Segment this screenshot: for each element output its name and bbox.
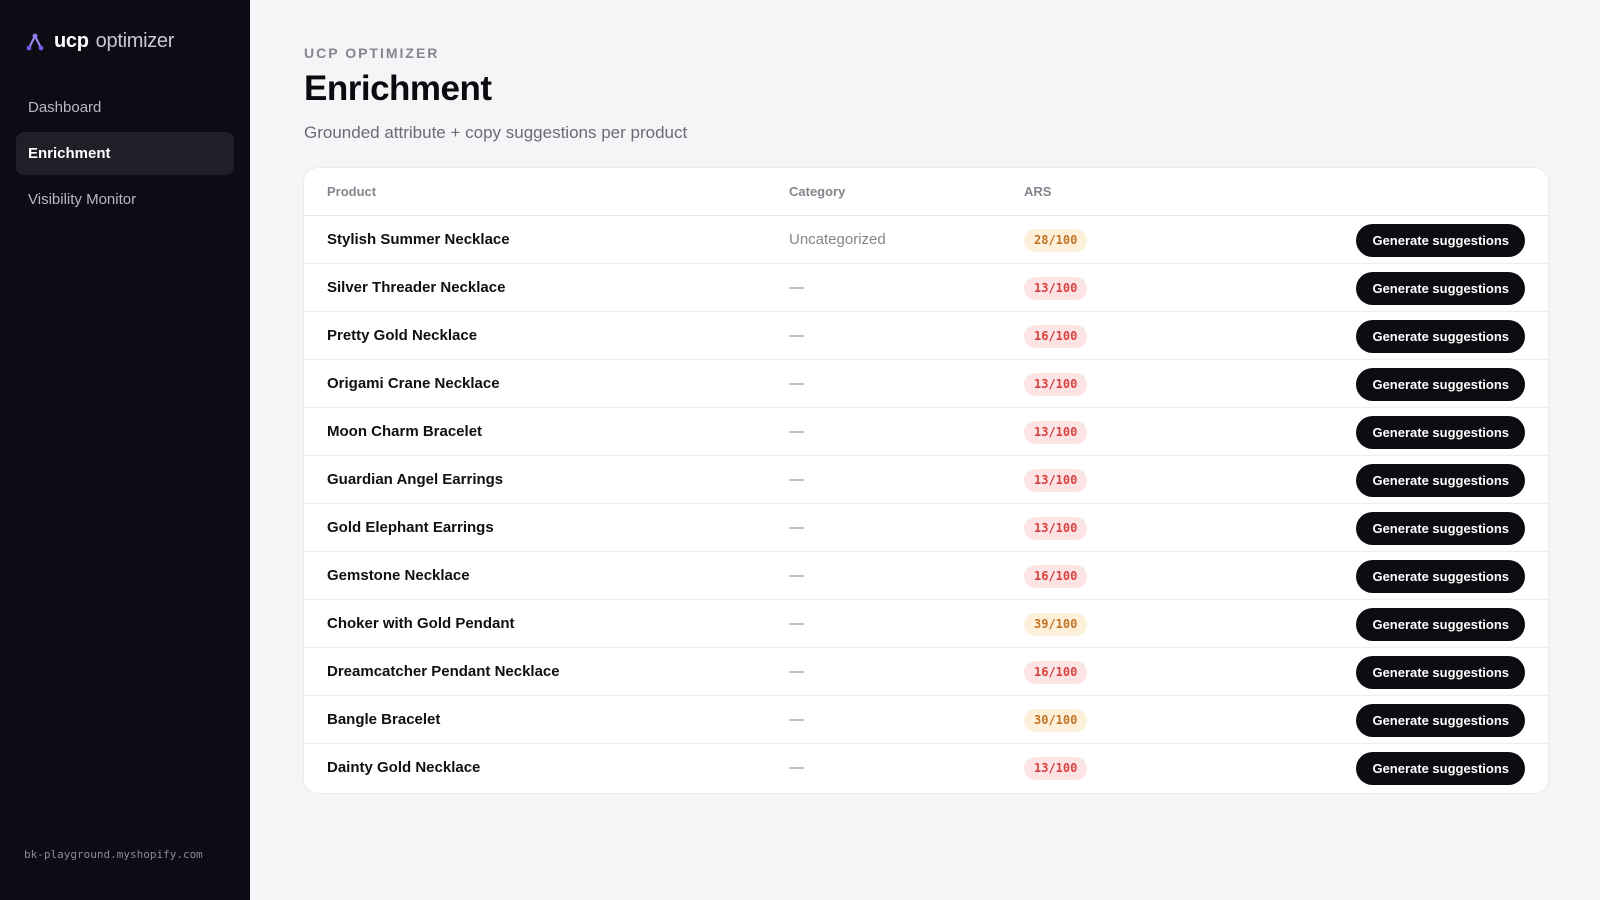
product-category: — <box>789 375 804 392</box>
page-subtitle: Grounded attribute + copy suggestions pe… <box>304 123 688 142</box>
product-name: Pretty Gold Necklace <box>327 327 478 344</box>
product-name: Origami Crane Necklace <box>327 375 500 392</box>
generate-suggestions-button[interactable]: Generate suggestions <box>1356 368 1525 401</box>
product-name: Gemstone Necklace <box>327 567 470 584</box>
ars-score-badge: 39/100 <box>1024 613 1088 636</box>
ars-score-badge: 13/100 <box>1024 421 1088 444</box>
ars-score-badge: 13/100 <box>1024 373 1088 396</box>
table-row: Moon Charm Bracelet — 13/100 Generate sugge… <box>304 408 1548 456</box>
table-row: Bangle Bracelet — 30/100 Generate suggestio… <box>304 696 1548 744</box>
brand-logo[interactable]: ucp optimizer <box>26 30 174 53</box>
ars-score-badge: 13/100 <box>1024 469 1088 492</box>
products-table: Product Category ARS Stylish Summer Neck… <box>304 168 1548 793</box>
ars-score-badge: 16/100 <box>1024 565 1088 588</box>
page-eyebrow: UCP OPTIMIZER <box>304 45 440 61</box>
product-category: — <box>789 759 804 776</box>
product-category: — <box>789 711 804 728</box>
product-category: — <box>789 423 804 440</box>
product-category: — <box>789 279 804 296</box>
ars-score-badge: 13/100 <box>1024 517 1088 540</box>
column-header-category: Category <box>789 184 846 199</box>
generate-suggestions-button[interactable]: Generate suggestions <box>1356 608 1525 641</box>
table-row: Pretty Gold Necklace — 16/100 Generate sugg… <box>304 312 1548 360</box>
generate-suggestions-button[interactable]: Generate suggestions <box>1356 416 1525 449</box>
sidebar-item-visibility-monitor[interactable]: Visibility Monitor <box>16 178 234 221</box>
column-header-product: Product <box>327 184 377 199</box>
generate-suggestions-button[interactable]: Generate suggestions <box>1356 320 1525 353</box>
product-name: Guardian Angel Earrings <box>327 471 504 488</box>
product-category: — <box>789 615 804 632</box>
sidebar: ucp optimizer Dashboard Enrichment Visib… <box>0 0 250 900</box>
product-category: — <box>789 471 804 488</box>
generate-suggestions-button[interactable]: Generate suggestions <box>1356 224 1525 257</box>
generate-suggestions-button[interactable]: Generate suggestions <box>1356 512 1525 545</box>
ars-score-badge: 30/100 <box>1024 709 1088 732</box>
product-name: Stylish Summer Necklace <box>327 231 510 248</box>
page-title: Enrichment <box>304 69 492 108</box>
table-row: Stylish Summer Necklace Uncategorized 28/1… <box>304 216 1548 264</box>
brand-name-strong: ucp <box>54 30 89 52</box>
sidebar-nav: Dashboard Enrichment Visibility Monitor <box>16 86 234 224</box>
table-row: Guardian Angel Earrings — 13/100 Generate s… <box>304 456 1548 504</box>
triangle-nodes-icon <box>26 33 44 51</box>
table-header: Product Category ARS <box>304 168 1548 216</box>
generate-suggestions-button[interactable]: Generate suggestions <box>1356 272 1525 305</box>
generate-suggestions-button[interactable]: Generate suggestions <box>1356 560 1525 593</box>
product-name: Moon Charm Bracelet <box>327 423 483 440</box>
column-header-ars: ARS <box>1024 184 1052 199</box>
product-name: Dainty Gold Necklace <box>327 759 481 776</box>
generate-suggestions-button[interactable]: Generate suggestions <box>1356 656 1525 689</box>
sidebar-item-enrichment[interactable]: Enrichment <box>16 132 234 175</box>
table-row: Dainty Gold Necklace — 13/100 Generate sugg… <box>304 744 1548 792</box>
product-name: Bangle Bracelet <box>327 711 441 728</box>
brand-name-light: optimizer <box>95 30 175 52</box>
ars-score-badge: 28/100 <box>1024 229 1088 252</box>
product-name: Dreamcatcher Pendant Necklace <box>327 663 560 680</box>
table-row: Gold Elephant Earrings — 13/100 Generate su… <box>304 504 1548 552</box>
ars-score-badge: 16/100 <box>1024 661 1088 684</box>
generate-suggestions-button[interactable]: Generate suggestions <box>1356 464 1525 497</box>
generate-suggestions-button[interactable]: Generate suggestions <box>1356 704 1525 737</box>
table-row: Origami Crane Necklace — 13/100 Generate su… <box>304 360 1548 408</box>
table-row: Choker with Gold Pendant — 39/100 Generate … <box>304 600 1548 648</box>
product-name: Choker with Gold Pendant <box>327 615 515 632</box>
ars-score-badge: 16/100 <box>1024 325 1088 348</box>
product-category: — <box>789 519 804 536</box>
table-row: Dreamcatcher Pendant Necklace — 16/100 Gene… <box>304 648 1548 696</box>
ars-score-badge: 13/100 <box>1024 757 1088 780</box>
table-row: Gemstone Necklace — 16/100 Generate suggest… <box>304 552 1548 600</box>
table-row: Silver Threader Necklace — 13/100 Generate … <box>304 264 1548 312</box>
store-domain: bk-playground.myshopify.com <box>24 848 203 861</box>
generate-suggestions-button[interactable]: Generate suggestions <box>1356 752 1525 785</box>
product-name: Gold Elephant Earrings <box>327 519 494 536</box>
ars-score-badge: 13/100 <box>1024 277 1088 300</box>
product-category: — <box>789 663 804 680</box>
product-category: — <box>789 327 804 344</box>
product-category: Uncategorized <box>789 231 886 248</box>
sidebar-item-dashboard[interactable]: Dashboard <box>16 86 234 129</box>
product-category: — <box>789 567 804 584</box>
product-name: Silver Threader Necklace <box>327 279 506 296</box>
